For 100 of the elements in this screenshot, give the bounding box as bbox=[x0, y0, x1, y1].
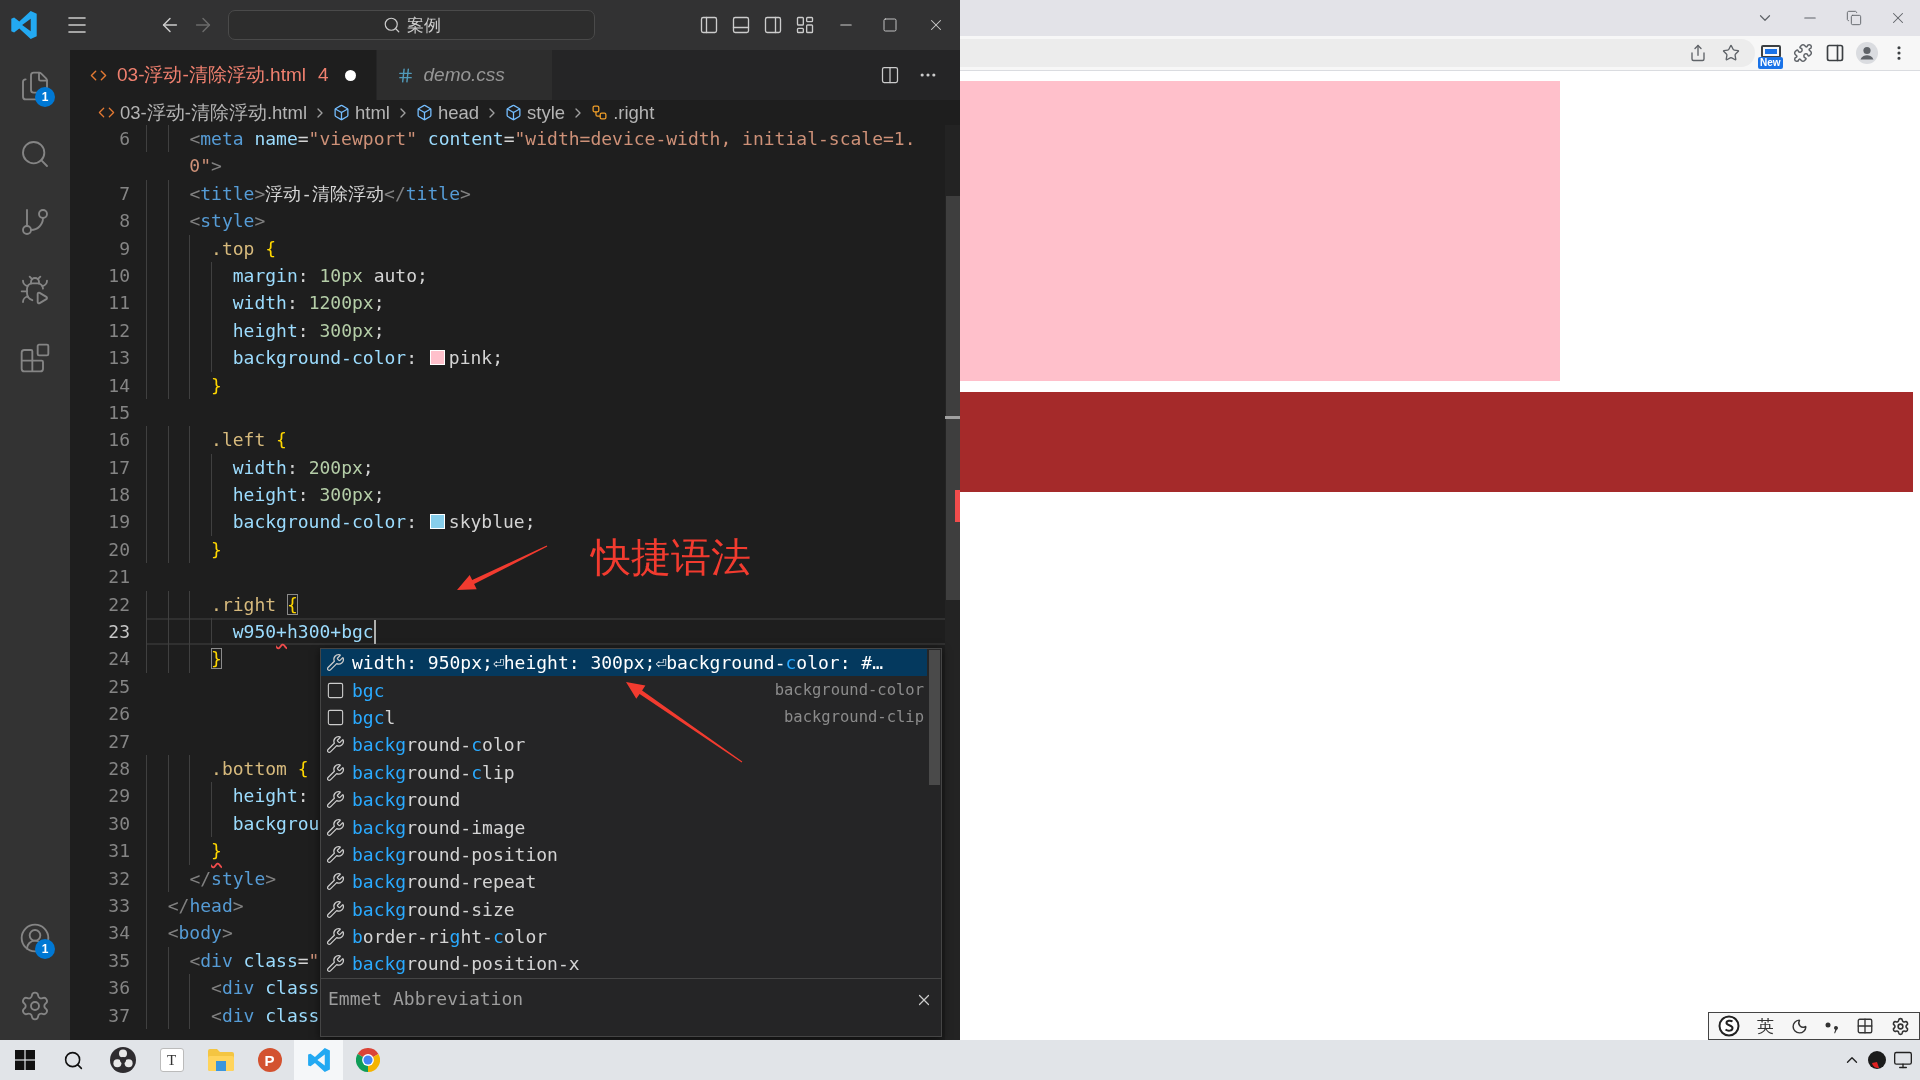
puzzle-icon[interactable] bbox=[1793, 43, 1813, 63]
suggestion-label: backg round-size bbox=[352, 898, 515, 920]
cube-icon bbox=[333, 104, 350, 121]
color-swatch-icon[interactable] bbox=[429, 350, 445, 366]
letter-tile: P bbox=[257, 1048, 282, 1072]
code-line: w950+h300+bgc bbox=[146, 618, 374, 646]
grid-icon[interactable] bbox=[1856, 1017, 1875, 1035]
taskbar-button[interactable]: P bbox=[245, 1040, 294, 1080]
editor-tab[interactable]: demo.css bbox=[376, 50, 553, 100]
wrench-icon bbox=[326, 872, 345, 892]
text-cursor bbox=[373, 619, 376, 644]
suggestion-detail: background-clip bbox=[784, 708, 924, 727]
letter-tile: T bbox=[159, 1048, 184, 1072]
code-line: 0"> bbox=[189, 154, 222, 179]
share-icon[interactable] bbox=[1689, 44, 1707, 62]
line-number: 17 bbox=[108, 456, 130, 478]
color-swatch-icon[interactable] bbox=[429, 514, 445, 530]
search-icon[interactable] bbox=[19, 138, 51, 170]
code-line: margin: 10px auto; bbox=[146, 261, 428, 290]
maximize-icon[interactable] bbox=[882, 17, 898, 33]
files-icon[interactable] bbox=[19, 70, 51, 102]
suggestion-details-text: Emmet Abbreviation bbox=[328, 987, 524, 1009]
code-line: <title>浮动-清除浮动</title> bbox=[146, 179, 471, 208]
line-number: 11 bbox=[108, 292, 130, 314]
layout-icon[interactable] bbox=[795, 15, 815, 35]
branch-icon[interactable] bbox=[19, 206, 51, 238]
cube-icon bbox=[415, 104, 433, 121]
ime-logo-icon[interactable] bbox=[1717, 1015, 1740, 1037]
editor-logo-icon[interactable] bbox=[10, 11, 38, 39]
line-number: 14 bbox=[108, 374, 130, 396]
suggestion-item[interactable]: backg round-image bbox=[321, 813, 927, 841]
code-line: } bbox=[146, 371, 222, 399]
suggestion-item[interactable]: backg round-size bbox=[321, 895, 927, 923]
suggestion-item[interactable]: backg round bbox=[321, 785, 927, 814]
code-line: <body> bbox=[146, 919, 233, 947]
restore-icon[interactable] bbox=[1846, 10, 1862, 26]
monitor-icon[interactable] bbox=[1893, 1050, 1913, 1070]
suggestion-item[interactable]: backg round-clip bbox=[321, 758, 927, 786]
code-line: height: 300px; bbox=[146, 481, 385, 509]
line-number: 8 bbox=[119, 210, 130, 232]
code-line: } bbox=[146, 837, 222, 865]
folder-icon bbox=[207, 1049, 234, 1071]
moon-icon[interactable] bbox=[1790, 1017, 1808, 1035]
suggestion-item[interactable]: bgc background-color bbox=[321, 676, 927, 704]
suggestion-item[interactable]: width: 950px;⏎height: 300px;⏎background-color: #… bbox=[321, 649, 927, 677]
code-line: .top { bbox=[146, 234, 277, 262]
breadcrumb-item[interactable]: .right bbox=[591, 101, 655, 124]
side-panel-icon[interactable] bbox=[1825, 43, 1845, 63]
wrench-icon bbox=[326, 844, 345, 864]
panel-right-icon[interactable] bbox=[763, 15, 783, 35]
suggestion-item[interactable]: backg round-position-x bbox=[321, 950, 927, 978]
command-center-field[interactable]: 案例 bbox=[228, 10, 595, 40]
scrollbar-thumb[interactable] bbox=[929, 650, 940, 785]
breadcrumb-item[interactable]: 03-浮动-清除浮动.html bbox=[98, 100, 307, 125]
line-number: 22 bbox=[108, 593, 130, 615]
code-line: <div class bbox=[146, 974, 320, 1002]
code-line: } bbox=[146, 535, 222, 564]
blocks-icon[interactable] bbox=[19, 342, 51, 374]
settings-icon[interactable] bbox=[1891, 1016, 1911, 1036]
input-mode-label[interactable]: 英 bbox=[1756, 1014, 1774, 1038]
code-line: </head> bbox=[146, 891, 244, 920]
code-line: background-color: skyblue; bbox=[146, 508, 536, 536]
line-number: 20 bbox=[108, 538, 130, 560]
line-number: 28 bbox=[108, 758, 130, 779]
breadcrumb-item[interactable]: style bbox=[505, 101, 566, 124]
code-line: .left { bbox=[146, 426, 287, 454]
suggestion-item[interactable]: border-right-color bbox=[321, 922, 927, 951]
code-line: width: 1200px; bbox=[146, 289, 385, 317]
suggestion-label: backg round-color bbox=[352, 734, 526, 756]
wrench-icon bbox=[326, 653, 345, 673]
line-number: 33 bbox=[108, 894, 130, 916]
panel-bottom-icon[interactable] bbox=[731, 15, 751, 35]
line-number: 30 bbox=[108, 812, 130, 834]
split-editor-icon[interactable] bbox=[880, 65, 900, 85]
suggestion-item[interactable]: backg round-color bbox=[321, 731, 927, 759]
avatar-icon[interactable] bbox=[1856, 42, 1878, 64]
editor-tab[interactable]: 03-浮动-清除浮动.html 4 bbox=[70, 50, 377, 100]
suggestion-item[interactable]: backg round-position bbox=[321, 840, 927, 869]
star-icon[interactable] bbox=[1722, 44, 1740, 62]
new-badge: New bbox=[1758, 57, 1783, 69]
code-line: <style> bbox=[146, 207, 266, 235]
breadcrumb-item[interactable]: head bbox=[415, 101, 480, 124]
suggestion-label: border-right-color bbox=[352, 926, 548, 948]
account-icon[interactable] bbox=[19, 922, 51, 954]
line-number: 31 bbox=[108, 840, 130, 862]
breadcrumb-item[interactable]: html bbox=[333, 101, 390, 124]
line-number: 15 bbox=[108, 401, 130, 423]
suggestion-detail: background-color bbox=[774, 681, 924, 700]
notification-badge: 1 bbox=[35, 939, 55, 959]
wrench-icon bbox=[326, 954, 345, 974]
suggestion-item[interactable]: backg round-repeat bbox=[321, 868, 927, 896]
app-status-icon[interactable] bbox=[1868, 1051, 1886, 1069]
square-icon bbox=[326, 680, 345, 700]
address-field[interactable] bbox=[960, 39, 1755, 67]
panel-left-icon[interactable] bbox=[699, 15, 719, 35]
line-number: 34 bbox=[108, 922, 130, 944]
suggestion-item[interactable]: bgcl background-clip bbox=[321, 703, 927, 732]
taskbar-button[interactable]: T bbox=[147, 1040, 196, 1080]
bug-play-icon[interactable] bbox=[19, 274, 51, 306]
line-number: 10 bbox=[108, 264, 130, 286]
